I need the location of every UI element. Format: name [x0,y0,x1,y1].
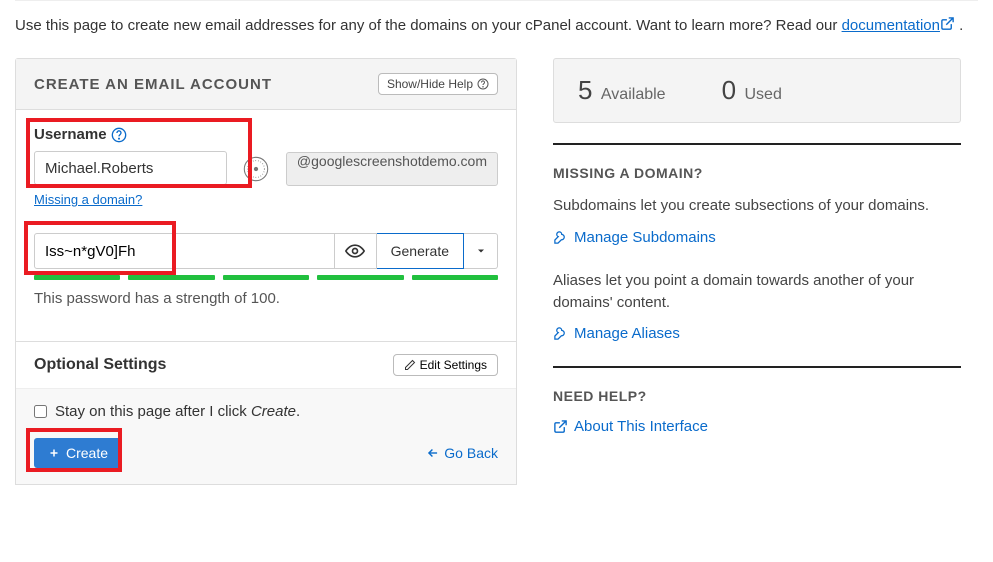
username-label: Username [34,126,227,143]
intro-text: Use this page to create new email addres… [15,15,978,36]
generate-button[interactable]: Generate [377,233,464,269]
at-indicator [241,152,272,186]
documentation-link-text: documentation [842,17,940,34]
edit-settings-button[interactable]: Edit Settings [393,354,498,376]
stay-prefix: Stay on this page after I click [55,403,251,420]
optional-settings-header: Optional Settings Edit Settings [16,341,516,388]
external-link-icon [940,16,955,31]
about-interface-label: About This Interface [574,418,708,435]
go-back-link[interactable]: Go Back [426,445,498,461]
go-back-label: Go Back [444,445,498,461]
stats-box: 5 Available 0 Used [553,58,961,123]
missing-domain-heading: MISSING A DOMAIN? [553,165,961,181]
password-strength-meter [34,275,498,280]
divider [553,143,961,145]
wrench-icon [553,230,568,245]
documentation-link[interactable]: documentation [842,17,955,34]
stay-on-page-label: Stay on this page after I click Create. [55,403,300,420]
missing-domain-link[interactable]: Missing a domain? [34,192,142,207]
domain-select-value: @googlescreenshotdemo.com [297,153,487,169]
top-divider [15,0,978,1]
show-hide-help-label: Show/Hide Help [387,77,473,91]
help-icon [477,78,489,90]
about-interface-link[interactable]: About This Interface [553,418,961,435]
manage-subdomains-label: Manage Subdomains [574,229,716,246]
available-number: 5 [578,75,592,105]
panel-title: CREATE AN EMAIL ACCOUNT [34,76,272,93]
subdomains-desc: Subdomains let you create subsections of… [553,195,961,217]
caret-down-icon [475,245,487,257]
intro-period: . [955,17,963,34]
plus-icon [48,447,60,459]
toggle-password-visibility-button[interactable] [335,233,377,269]
manage-aliases-label: Manage Aliases [574,325,680,342]
available-label: Available [601,86,666,103]
need-help-heading: NEED HELP? [553,388,961,404]
create-panel: CREATE AN EMAIL ACCOUNT Show/Hide Help U… [15,58,517,485]
panel-header: CREATE AN EMAIL ACCOUNT Show/Hide Help [16,59,516,110]
username-input[interactable] [34,151,227,185]
divider [553,366,961,368]
password-input[interactable] [34,233,335,269]
external-link-icon [553,419,568,434]
eye-icon [345,241,365,261]
create-button[interactable]: Create [34,438,122,468]
edit-settings-label: Edit Settings [420,358,487,372]
stay-on-page-checkbox[interactable] [34,405,47,418]
domain-select[interactable]: @googlescreenshotdemo.com [286,152,498,186]
aliases-desc: Aliases let you point a domain towards a… [553,270,961,314]
used-label: Used [744,86,781,103]
intro-body: Use this page to create new email addres… [15,17,842,34]
stay-em: Create [251,403,296,420]
show-hide-help-button[interactable]: Show/Hide Help [378,73,498,95]
generate-options-button[interactable] [464,233,498,269]
stat-available: 5 Available [578,75,666,106]
manage-subdomains-link[interactable]: Manage Subdomains [553,229,961,246]
password-strength-text: This password has a strength of 100. [34,290,498,307]
help-icon[interactable] [111,127,127,143]
manage-aliases-link[interactable]: Manage Aliases [553,325,961,342]
stat-used: 0 Used [722,75,782,106]
create-button-label: Create [66,445,108,461]
wrench-icon [553,326,568,341]
optional-settings-title: Optional Settings [34,356,166,374]
stay-on-page-row[interactable]: Stay on this page after I click Create. [34,403,498,420]
stay-suffix: . [296,403,300,420]
arrow-left-icon [426,446,440,460]
used-number: 0 [722,75,736,105]
username-label-text: Username [34,126,107,143]
pencil-icon [404,359,416,371]
